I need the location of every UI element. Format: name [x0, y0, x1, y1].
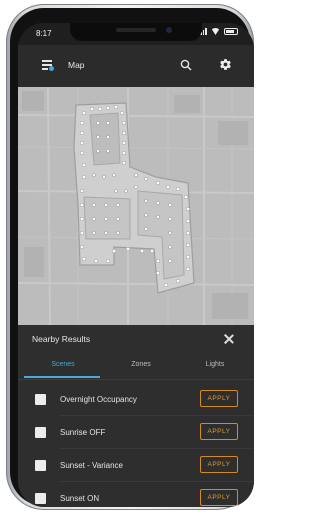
wifi-icon [211, 28, 220, 35]
battery-icon [224, 28, 238, 35]
scene-name: Sunrise OFF [60, 428, 106, 437]
map-canvas[interactable] [18, 87, 254, 325]
scene-icon [35, 427, 46, 438]
gear-icon[interactable] [219, 58, 232, 71]
map-view[interactable] [18, 87, 254, 325]
list-item[interactable]: Sunrise OFF APPLY [18, 416, 254, 449]
close-icon[interactable] [223, 334, 234, 344]
phone-frame: 8:17 Map Nearby Results Scenes Zones Lig… [6, 4, 254, 510]
speaker [116, 28, 156, 32]
status-icons [197, 28, 238, 35]
scene-name: Sunset ON [60, 494, 100, 503]
menu-icon[interactable] [42, 59, 54, 71]
search-icon[interactable] [180, 59, 192, 71]
app-title: Map [68, 60, 85, 70]
active-tab-indicator [24, 376, 100, 378]
scene-name: Sunset - Variance [60, 461, 123, 470]
tab-lights[interactable]: Lights [176, 355, 254, 379]
sheet-title: Nearby Results [32, 334, 91, 344]
list-item[interactable]: Sunset - Variance APPLY [18, 449, 254, 482]
tabs-divider [18, 379, 254, 380]
front-camera [166, 27, 172, 33]
sheet-header: Nearby Results [18, 325, 254, 353]
notch [70, 23, 202, 41]
apply-button[interactable]: APPLY [200, 390, 238, 407]
results-sheet: Nearby Results Scenes Zones Lights Overn… [18, 325, 254, 507]
screen: 8:17 Map Nearby Results Scenes Zones Lig… [18, 23, 254, 507]
apply-button[interactable]: APPLY [200, 489, 238, 506]
app-bar: Map [18, 45, 254, 87]
list-item[interactable]: Sunset ON APPLY [18, 482, 254, 507]
tab-zones[interactable]: Zones [102, 355, 180, 379]
notification-dot [49, 66, 54, 71]
scene-name: Overnight Occupancy [60, 395, 137, 404]
scene-icon [35, 394, 46, 405]
status-time: 8:17 [36, 29, 52, 38]
apply-button[interactable]: APPLY [200, 456, 238, 473]
scene-icon [35, 493, 46, 504]
list-item[interactable]: Overnight Occupancy APPLY [18, 383, 254, 416]
apply-button[interactable]: APPLY [200, 423, 238, 440]
scene-icon [35, 460, 46, 471]
